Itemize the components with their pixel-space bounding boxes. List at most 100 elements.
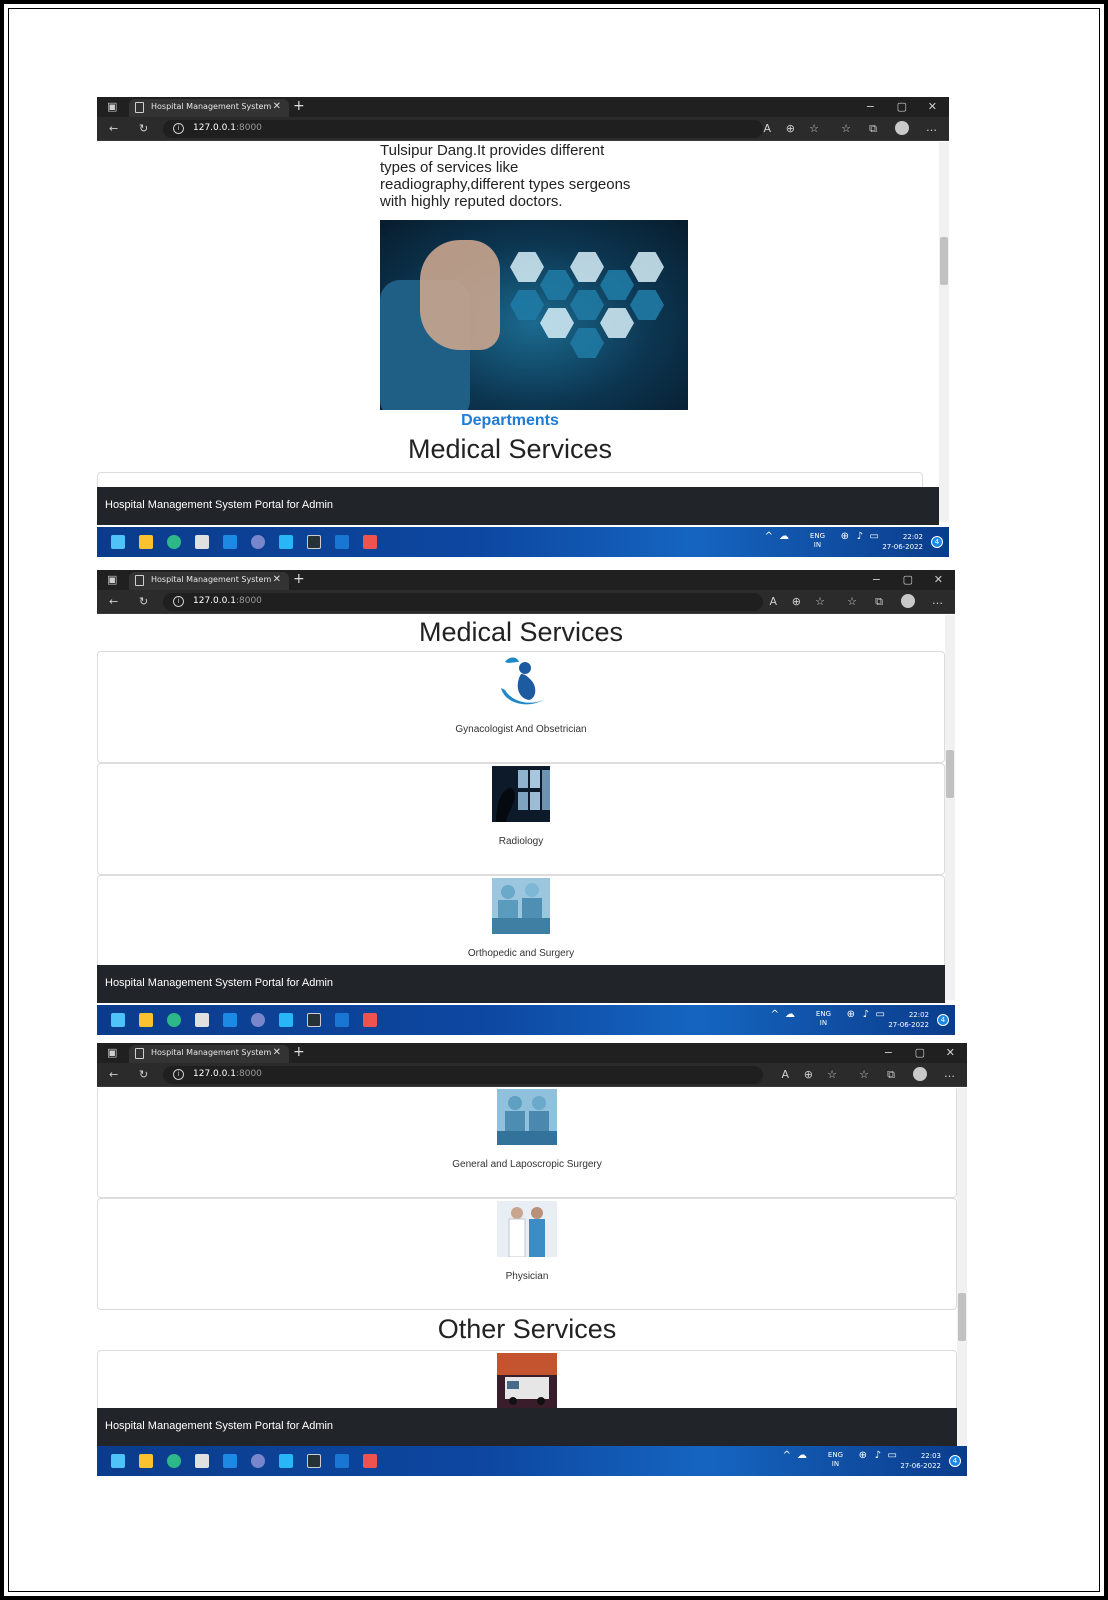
r-icon[interactable]	[251, 1013, 265, 1027]
info-icon[interactable]: i	[173, 1069, 184, 1080]
language-indicator[interactable]: ENG IN	[810, 532, 825, 550]
refresh-icon[interactable]: ↻	[139, 595, 148, 609]
new-tab-icon[interactable]: +	[293, 571, 305, 587]
clock[interactable]: 22:03 27-06-2022	[900, 1451, 941, 1471]
word-icon[interactable]	[335, 1013, 349, 1027]
departments-link[interactable]: Departments	[380, 412, 640, 430]
terminal-icon[interactable]	[307, 535, 321, 549]
back-icon[interactable]: ←	[109, 1068, 118, 1082]
service-card[interactable]: General and Laposcropic Surgery	[97, 1088, 957, 1198]
browser-tab[interactable]: Hospital Management System ✕	[129, 572, 289, 590]
app-icon[interactable]	[223, 1013, 237, 1027]
snip-icon[interactable]	[363, 1013, 377, 1027]
battery-icon[interactable]: ▭	[870, 532, 879, 542]
battery-icon[interactable]: ▭	[876, 1010, 885, 1020]
service-card[interactable]: Radiology	[97, 763, 945, 875]
store-icon[interactable]	[195, 1013, 209, 1027]
snip-icon[interactable]	[363, 535, 377, 549]
scrollbar-thumb[interactable]	[958, 1293, 966, 1341]
battery-icon[interactable]: ▭	[888, 1451, 897, 1461]
new-tab-icon[interactable]: +	[293, 1044, 305, 1060]
terminal-icon[interactable]	[307, 1013, 321, 1027]
tray-chevron-icon[interactable]: ^	[765, 532, 773, 542]
clock[interactable]: 22:02 27-06-2022	[882, 532, 923, 552]
r-icon[interactable]	[251, 535, 265, 549]
scrollbar-thumb[interactable]	[946, 750, 954, 798]
notification-badge[interactable]: 4	[937, 1014, 949, 1026]
read-aloud-icon[interactable]: A	[781, 1068, 789, 1082]
favorites-icon[interactable]: ☆	[847, 595, 857, 609]
collections-icon[interactable]: ⧉	[887, 1068, 895, 1082]
start-icon[interactable]	[111, 1013, 125, 1027]
close-tab-icon[interactable]: ✕	[273, 1047, 281, 1058]
app-icon[interactable]	[223, 1454, 237, 1468]
service-card[interactable]: Physician	[97, 1198, 957, 1310]
volume-icon[interactable]: ♪	[863, 1010, 869, 1020]
edge-icon[interactable]	[167, 1013, 181, 1027]
zoom-icon[interactable]: ⊕	[804, 1068, 813, 1082]
app-icon[interactable]	[223, 535, 237, 549]
network-icon[interactable]: ⊕	[859, 1451, 867, 1461]
back-icon[interactable]: ←	[109, 595, 118, 609]
language-indicator[interactable]: ENG IN	[828, 1451, 843, 1469]
notification-badge[interactable]: 4	[931, 536, 943, 548]
read-aloud-icon[interactable]: A	[769, 595, 777, 609]
close-window-icon[interactable]: ✕	[934, 573, 943, 587]
file-explorer-icon[interactable]	[139, 1454, 153, 1468]
close-tab-icon[interactable]: ✕	[273, 101, 281, 112]
restore-icon[interactable]: ▢	[903, 573, 913, 587]
edge-icon[interactable]	[167, 535, 181, 549]
edge-icon[interactable]	[167, 1454, 181, 1468]
weather-icon[interactable]: ☁	[779, 532, 789, 542]
info-icon[interactable]: i	[173, 596, 184, 607]
read-aloud-icon[interactable]: A	[763, 122, 771, 136]
vscode-icon[interactable]	[279, 1013, 293, 1027]
add-favorite-icon[interactable]: ☆	[809, 122, 819, 136]
restore-icon[interactable]: ▢	[897, 100, 907, 114]
volume-icon[interactable]: ♪	[857, 532, 863, 542]
terminal-icon[interactable]	[307, 1454, 321, 1468]
network-icon[interactable]: ⊕	[847, 1010, 855, 1020]
network-icon[interactable]: ⊕	[841, 532, 849, 542]
snip-icon[interactable]	[363, 1454, 377, 1468]
browser-tab[interactable]: Hospital Management System ✕	[129, 1045, 289, 1063]
browser-tab[interactable]: Hospital Management System ✕	[129, 99, 289, 117]
start-icon[interactable]	[111, 1454, 125, 1468]
notification-badge[interactable]: 4	[949, 1455, 961, 1467]
url-field[interactable]: i 127.0.0.1:8000	[163, 120, 763, 138]
url-field[interactable]: i 127.0.0.1:8000	[163, 1066, 763, 1084]
profile-avatar[interactable]	[901, 594, 915, 608]
zoom-icon[interactable]: ⊕	[786, 122, 795, 136]
add-favorite-icon[interactable]: ☆	[827, 1068, 837, 1082]
tray-chevron-icon[interactable]: ^	[771, 1010, 779, 1020]
tray-chevron-icon[interactable]: ^	[783, 1451, 791, 1461]
new-tab-icon[interactable]: +	[293, 98, 305, 114]
vscode-icon[interactable]	[279, 535, 293, 549]
file-explorer-icon[interactable]	[139, 535, 153, 549]
minimize-icon[interactable]: −	[866, 100, 875, 114]
favorites-icon[interactable]: ☆	[859, 1068, 869, 1082]
weather-icon[interactable]: ☁	[797, 1451, 807, 1461]
tab-actions-icon[interactable]: ▣	[107, 573, 117, 587]
more-options-icon[interactable]: …	[926, 121, 937, 135]
file-explorer-icon[interactable]	[139, 1013, 153, 1027]
minimize-icon[interactable]: −	[884, 1046, 893, 1060]
url-field[interactable]: i 127.0.0.1:8000	[163, 593, 763, 611]
profile-avatar[interactable]	[895, 121, 909, 135]
start-icon[interactable]	[111, 535, 125, 549]
service-card[interactable]: Gynacologist And Obsetrician	[97, 651, 945, 763]
word-icon[interactable]	[335, 1454, 349, 1468]
favorites-icon[interactable]: ☆	[841, 122, 851, 136]
scrollbar-thumb[interactable]	[940, 237, 948, 285]
more-options-icon[interactable]: …	[944, 1067, 955, 1081]
collections-icon[interactable]: ⧉	[875, 595, 883, 609]
r-icon[interactable]	[251, 1454, 265, 1468]
clock[interactable]: 22:02 27-06-2022	[888, 1010, 929, 1030]
language-indicator[interactable]: ENG IN	[816, 1010, 831, 1028]
profile-avatar[interactable]	[913, 1067, 927, 1081]
close-window-icon[interactable]: ✕	[928, 100, 937, 114]
scrollbar[interactable]	[957, 1088, 967, 1446]
minimize-icon[interactable]: −	[872, 573, 881, 587]
close-window-icon[interactable]: ✕	[946, 1046, 955, 1060]
weather-icon[interactable]: ☁	[785, 1010, 795, 1020]
